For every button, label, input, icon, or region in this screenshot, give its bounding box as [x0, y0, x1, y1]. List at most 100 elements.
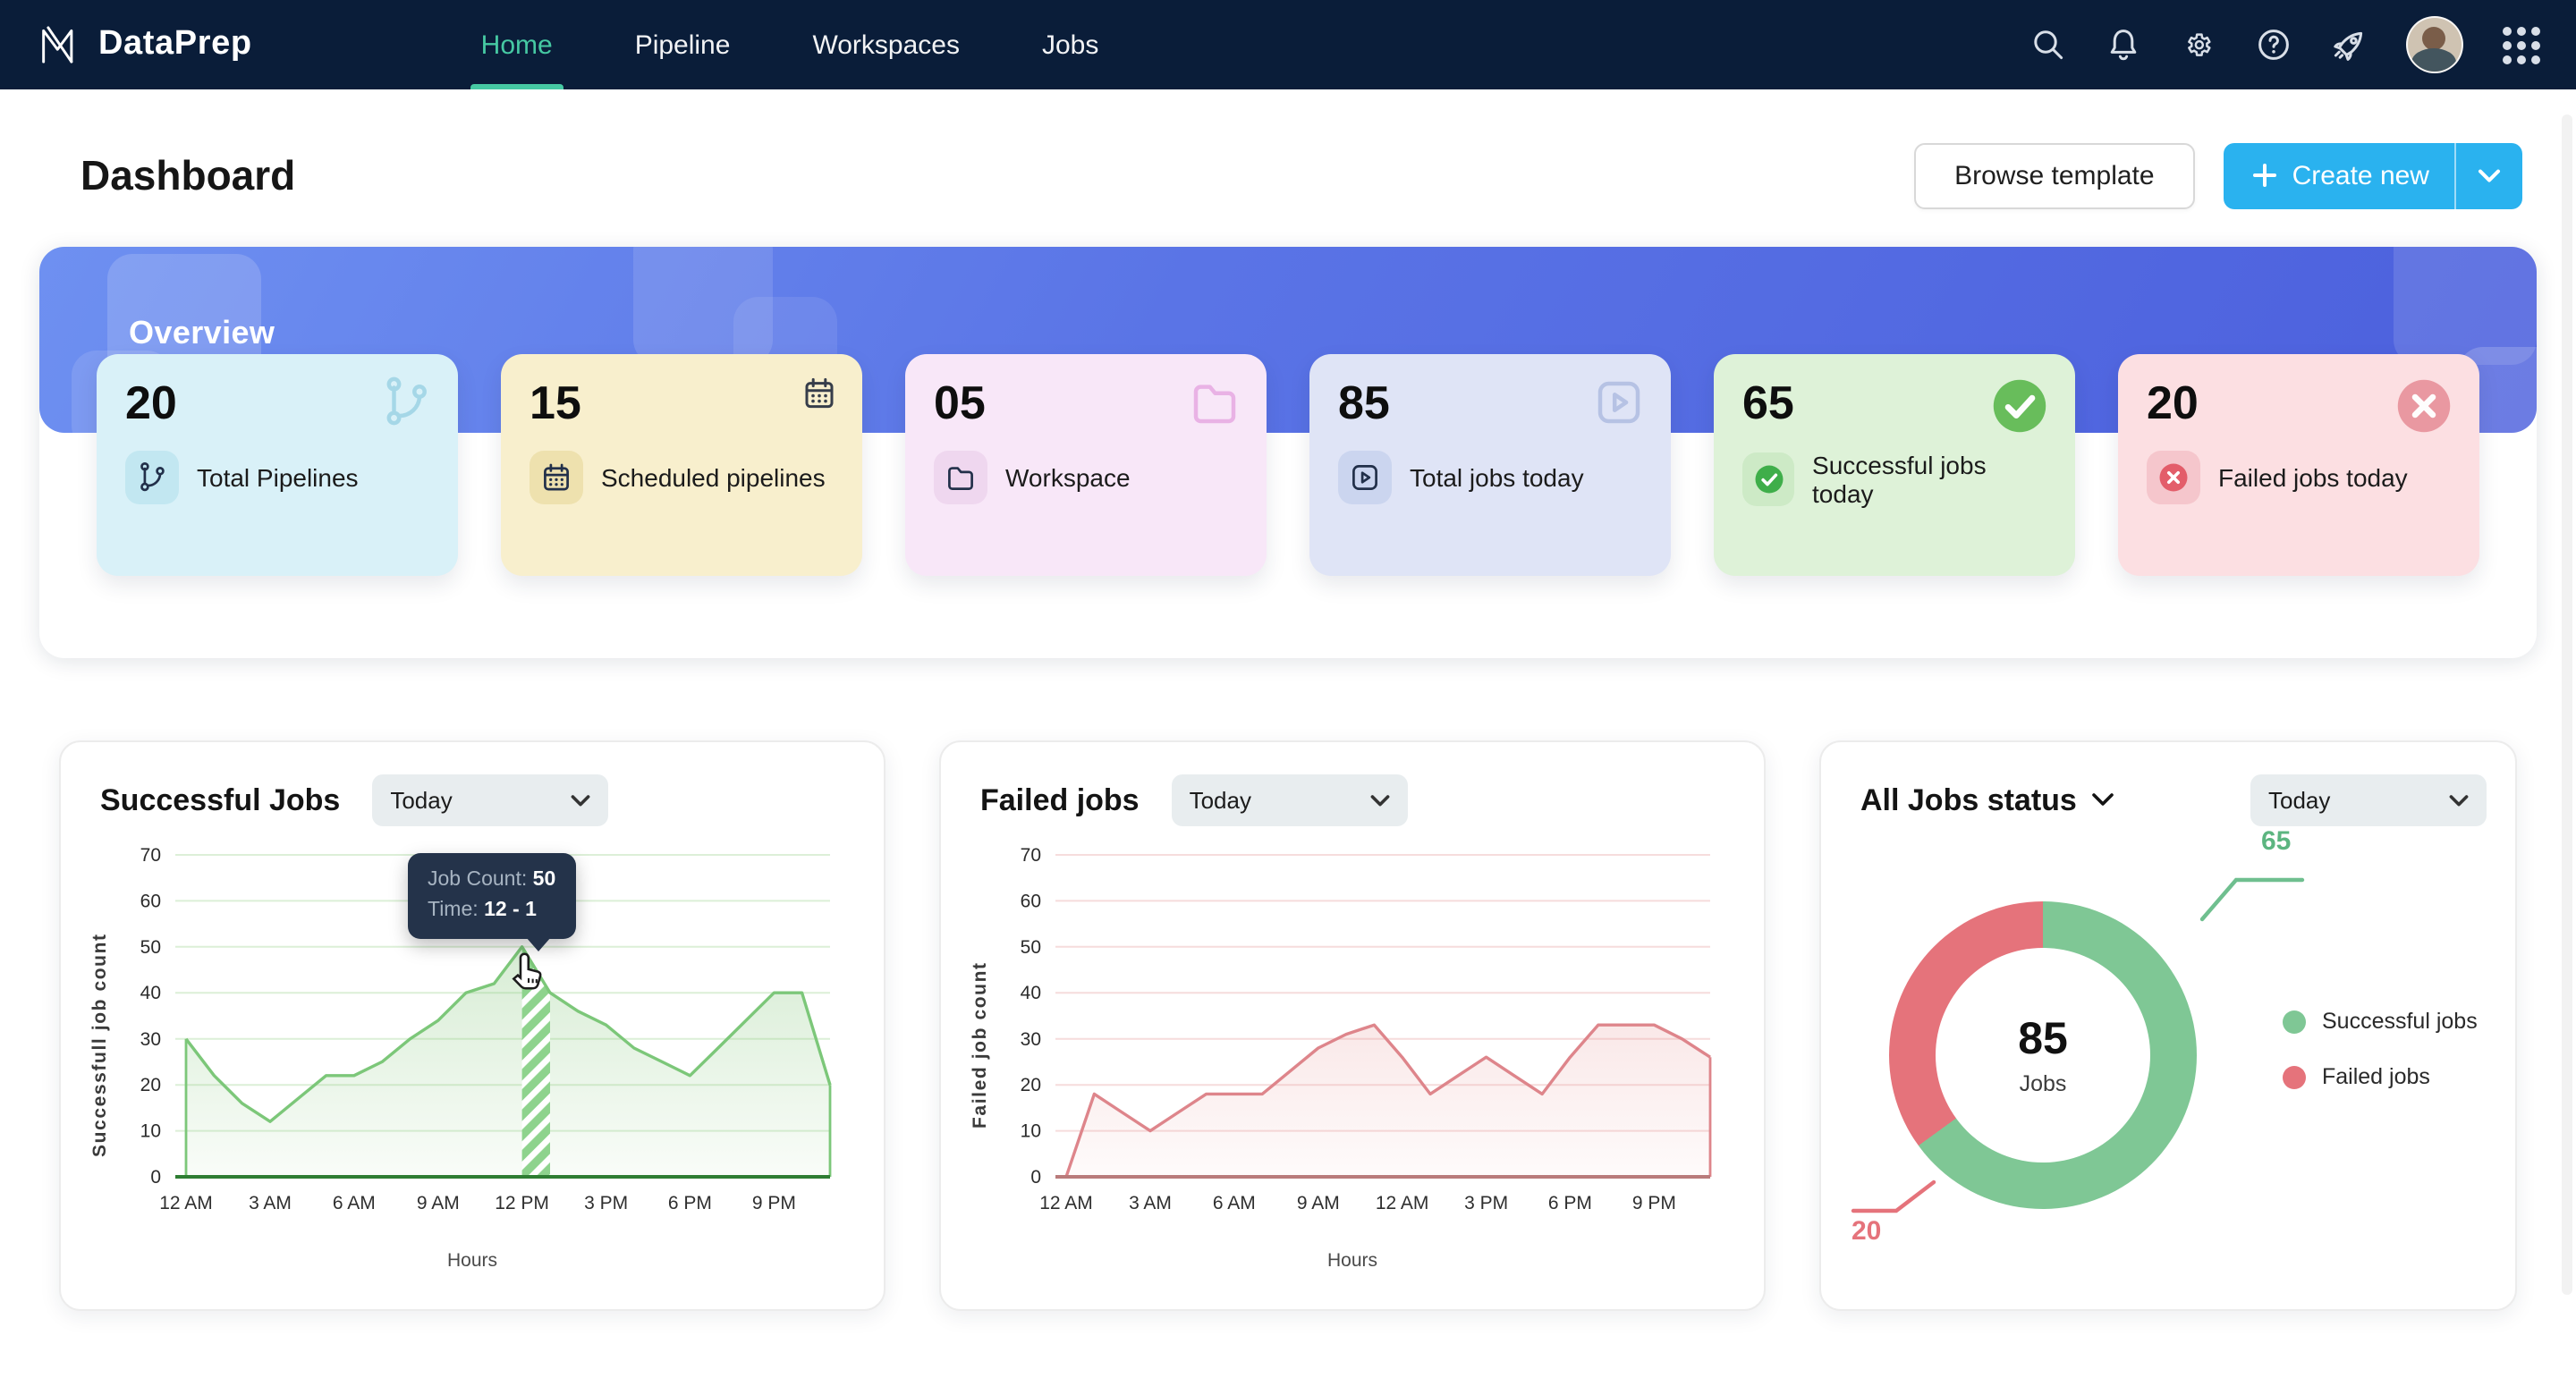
svg-text:9 AM: 9 AM	[1297, 1193, 1340, 1213]
svg-text:20: 20	[1021, 1075, 1041, 1095]
range-value: Today	[390, 787, 453, 814]
legend-dot	[2283, 1065, 2306, 1088]
donut-legend: Successful jobs Failed jobs	[2283, 1009, 2478, 1089]
stat-label: Scheduled pipelines	[601, 462, 826, 492]
brand-name: DataPrep	[98, 25, 252, 63]
svg-text:70: 70	[140, 845, 161, 866]
failed-jobs-plot[interactable]: 0 10 20 30 40 50 60 70 12 AM 3 AM 6 AM 9 AM 12 AM 3 P…	[995, 841, 1739, 1250]
chevron-down-icon	[571, 794, 590, 806]
failed-jobs-range-select[interactable]: Today	[1171, 774, 1408, 826]
successful-callout-line	[2197, 869, 2308, 932]
svg-text:9 AM: 9 AM	[417, 1193, 460, 1213]
calendar-icon	[530, 450, 583, 504]
failed-callout-value: 20	[1852, 1216, 1882, 1247]
legend-item-failed-jobs[interactable]: Failed jobs	[2283, 1064, 2478, 1089]
x-circle-ghost-icon	[2394, 376, 2454, 445]
donut-center: 85 Jobs	[1889, 901, 2197, 1209]
app-root: DataPrep Home Pipeline Workspaces Jobs D…	[0, 0, 2576, 1395]
stat-label: Total jobs today	[1410, 462, 1584, 492]
folder-ghost-icon	[1188, 376, 1241, 438]
brand[interactable]: DataPrep	[36, 21, 252, 68]
svg-text:10: 10	[1021, 1121, 1041, 1142]
svg-text:3 PM: 3 PM	[584, 1193, 628, 1213]
rocket-icon[interactable]	[2331, 27, 2367, 63]
play-square-icon	[1338, 450, 1392, 504]
svg-text:60: 60	[140, 891, 161, 911]
svg-text:3 PM: 3 PM	[1464, 1193, 1508, 1213]
svg-text:6 PM: 6 PM	[1548, 1193, 1592, 1213]
svg-text:40: 40	[1021, 983, 1041, 1003]
browse-template-button[interactable]: Browse template	[1913, 142, 2196, 208]
stat-card-workspace[interactable]: 05 Workspace	[905, 354, 1267, 576]
page-scrollbar[interactable]	[2562, 114, 2572, 1295]
svg-text:50: 50	[140, 937, 161, 958]
svg-text:40: 40	[140, 983, 161, 1003]
chevron-down-icon	[2449, 794, 2469, 806]
create-new-dropdown-chevron-icon[interactable]	[2456, 167, 2522, 183]
calendar-ghost-icon	[801, 376, 837, 420]
range-value: Today	[2268, 787, 2331, 814]
x-circle-icon	[2147, 450, 2200, 504]
svg-text:30: 30	[140, 1029, 161, 1050]
cursor-pointer	[510, 951, 547, 1000]
all-jobs-status-card: All Jobs status Today 85 Jobs 65 20 Succ…	[1819, 740, 2517, 1311]
stat-card-failed-jobs-today[interactable]: 20 Failed jobs today	[2118, 354, 2479, 576]
page-header: Dashboard Browse template Create new	[0, 136, 2576, 215]
failed-jobs-y-axis-label: Failed job count	[970, 961, 991, 1129]
failed-jobs-card: Failed jobs Today Failed job count 0 10 20…	[939, 740, 1766, 1311]
overview-panel: Overview 20 Total Pipelines 15 Scheduled pi…	[39, 247, 2537, 658]
all-jobs-status-title: All Jobs status	[1860, 782, 2114, 818]
nav-item-pipeline[interactable]: Pipeline	[635, 0, 731, 89]
successful-jobs-range-select[interactable]: Today	[372, 774, 609, 826]
git-branch-icon	[125, 450, 179, 504]
svg-text:3 AM: 3 AM	[1129, 1193, 1172, 1213]
stat-card-total-pipelines[interactable]: 20 Total Pipelines	[97, 354, 458, 576]
nav-item-jobs[interactable]: Jobs	[1042, 0, 1098, 89]
nav-menu: Home Pipeline Workspaces Jobs	[470, 0, 1098, 89]
stat-card-successful-jobs-today[interactable]: 65 Successful jobs today	[1714, 354, 2075, 576]
plus-icon	[2253, 163, 2278, 188]
stat-label: Failed jobs today	[2218, 462, 2408, 492]
user-avatar[interactable]	[2406, 16, 2463, 73]
range-value: Today	[1189, 787, 1251, 814]
settings-gear-icon[interactable]	[2181, 27, 2216, 63]
svg-text:6 AM: 6 AM	[1213, 1193, 1256, 1213]
brand-logo-icon	[36, 21, 82, 68]
help-icon[interactable]	[2256, 27, 2292, 63]
svg-text:10: 10	[140, 1121, 161, 1142]
header-actions: Browse template Create new	[1913, 142, 2522, 208]
top-navbar: DataPrep Home Pipeline Workspaces Jobs	[0, 0, 2576, 89]
svg-text:0: 0	[150, 1167, 161, 1188]
notifications-bell-icon[interactable]	[2106, 27, 2141, 63]
nav-item-home[interactable]: Home	[470, 0, 564, 89]
donut-chart-area: 85 Jobs 65 20 Successful jobs Failed jobs	[1846, 826, 2490, 1270]
nav-item-workspaces[interactable]: Workspaces	[812, 0, 960, 89]
stat-label: Total Pipelines	[197, 462, 359, 492]
successful-jobs-title: Successful Jobs	[100, 782, 341, 816]
successful-jobs-card: Successful Jobs Today Successfull job co…	[59, 740, 886, 1311]
stat-card-total-jobs-today[interactable]: 85 Total jobs today	[1309, 354, 1671, 576]
apps-grid-icon[interactable]	[2503, 26, 2540, 63]
svg-text:9 PM: 9 PM	[1632, 1193, 1676, 1213]
stat-value: 15	[530, 376, 581, 429]
check-circle-icon	[1742, 452, 1795, 506]
avatar-head	[2422, 27, 2445, 50]
svg-text:30: 30	[1021, 1029, 1041, 1050]
all-jobs-range-select[interactable]: Today	[2250, 774, 2487, 826]
overview-cards: 20 Total Pipelines 15 Scheduled pipelines 05…	[39, 354, 2537, 576]
failed-jobs-x-axis-label: Hours	[1326, 1250, 1377, 1272]
svg-text:12 PM: 12 PM	[495, 1193, 549, 1213]
stat-card-scheduled-pipelines[interactable]: 15 Scheduled pipelines	[501, 354, 862, 576]
svg-text:60: 60	[1021, 891, 1041, 911]
search-icon[interactable]	[2030, 27, 2066, 63]
check-circle-ghost-icon	[1989, 376, 2050, 445]
legend-label: Failed jobs	[2322, 1064, 2430, 1089]
git-branch-ghost-icon	[379, 376, 433, 438]
svg-text:12 AM: 12 AM	[159, 1193, 213, 1213]
legend-item-successful-jobs[interactable]: Successful jobs	[2283, 1009, 2478, 1034]
create-new-button[interactable]: Create new	[2224, 142, 2522, 208]
title-chevron-down-icon[interactable]	[2091, 792, 2114, 808]
legend-dot	[2283, 1010, 2306, 1033]
page-title: Dashboard	[80, 151, 296, 198]
svg-text:6 AM: 6 AM	[333, 1193, 376, 1213]
